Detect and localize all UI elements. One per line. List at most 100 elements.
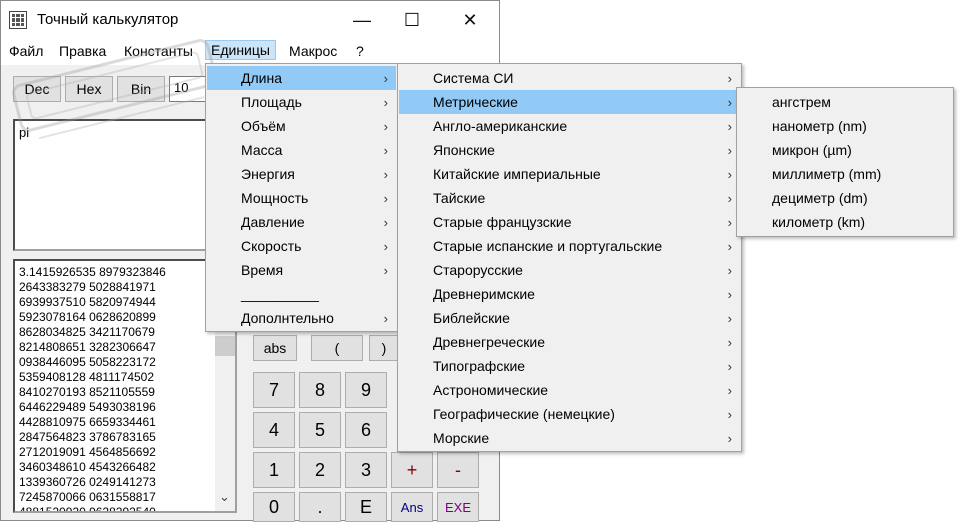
length-menu-item[interactable]: Морские › (399, 426, 740, 450)
key-exp[interactable]: E (345, 492, 387, 522)
units-menu-item-label: Время (241, 262, 284, 278)
units-menu-item[interactable]: Скорость › (207, 234, 396, 258)
key-6[interactable]: 6 (345, 412, 387, 448)
length-menu-item-label: Китайские империальные (433, 166, 601, 182)
result-line: 3.1415926535 8979323846 (19, 265, 166, 279)
scroll-down-icon[interactable]: ⌄ (219, 489, 230, 505)
length-menu-item-label: Древнегреческие (433, 334, 546, 350)
length-menu-item[interactable]: Старорусские › (399, 258, 740, 282)
length-menu-item[interactable]: Древнеримские › (399, 282, 740, 306)
result-line: 2847564823 3786783165 (19, 430, 156, 444)
submenu-arrow-icon: › (727, 214, 732, 230)
submenu-arrow-icon: › (383, 142, 388, 158)
key-2[interactable]: 2 (299, 452, 341, 488)
menu-help[interactable]: ? (356, 43, 364, 59)
key-minus[interactable]: - (437, 452, 479, 488)
abs-button[interactable]: abs (253, 335, 297, 361)
submenu-arrow-icon: › (383, 70, 388, 86)
key-9[interactable]: 9 (345, 372, 387, 408)
result-output[interactable]: 3.1415926535 8979323846 2643383279 502884… (13, 259, 237, 513)
length-menu-item[interactable]: Типографские › (399, 354, 740, 378)
length-menu-item[interactable]: Географические (немецкие) › (399, 402, 740, 426)
submenu-arrow-icon: › (727, 382, 732, 398)
submenu-arrow-icon: › (383, 214, 388, 230)
units-menu-item[interactable]: Энергия › (207, 162, 396, 186)
maximize-button[interactable]: ☐ (389, 1, 435, 39)
menu-macro[interactable]: Макрос (289, 43, 337, 59)
key-3[interactable]: 3 (345, 452, 387, 488)
length-menu-item-label: Морские (433, 430, 490, 446)
units-menu-item-label: Дополнтельно (241, 310, 334, 326)
result-line: 4428810975 6659334461 (19, 415, 156, 429)
metric-menu-item[interactable]: дециметр (dm) (738, 186, 952, 210)
units-menu-item[interactable]: Масса › (207, 138, 396, 162)
calculator-app-icon (9, 11, 27, 29)
units-menu-item[interactable]: Дополнтельно › (207, 306, 396, 330)
key-7[interactable]: 7 (253, 372, 295, 408)
units-menu-item[interactable]: Площадь › (207, 90, 396, 114)
length-menu-item[interactable]: Японские › (399, 138, 740, 162)
units-menu-item-label: __________ (241, 286, 319, 302)
units-menu-item[interactable]: Давление › (207, 210, 396, 234)
minimize-button[interactable]: — (339, 1, 385, 39)
scrollbar-thumb[interactable] (215, 336, 235, 356)
result-line: 8628034825 3421170679 (19, 325, 155, 339)
result-line: 6446229489 5493038196 (19, 400, 156, 414)
metric-menu-item[interactable]: микрон (µm) (738, 138, 952, 162)
key-1[interactable]: 1 (253, 452, 295, 488)
metric-menu-item-label: микрон (µm) (772, 142, 852, 158)
open-paren-button[interactable]: ( (311, 335, 363, 361)
metric-menu-item[interactable]: километр (km) (738, 210, 952, 234)
length-menu-item[interactable]: Древнегреческие › (399, 330, 740, 354)
result-line: 5359408128 4811174502 (19, 370, 155, 384)
units-menu-item[interactable]: Объём › (207, 114, 396, 138)
length-menu-item[interactable]: Библейские › (399, 306, 740, 330)
submenu-arrow-icon: › (727, 94, 732, 110)
submenu-arrow-icon: › (727, 262, 732, 278)
length-menu-item-label: Японские (433, 142, 495, 158)
key-4[interactable]: 4 (253, 412, 295, 448)
units-menu-item[interactable]: Длина › (207, 66, 396, 90)
result-line: 3460348610 4543266482 (19, 460, 156, 474)
metric-menu-item[interactable]: миллиметр (mm) (738, 162, 952, 186)
submenu-arrow-icon: › (727, 286, 732, 302)
key-0[interactable]: 0 (253, 492, 295, 522)
length-menu-item[interactable]: Старые французские › (399, 210, 740, 234)
key-5[interactable]: 5 (299, 412, 341, 448)
length-menu-item[interactable]: Астрономические › (399, 378, 740, 402)
length-menu-item[interactable]: Система СИ › (399, 66, 740, 90)
length-menu-item[interactable]: Китайские империальные › (399, 162, 740, 186)
units-menu-item[interactable]: __________ (207, 282, 396, 306)
length-menu-item[interactable]: Метрические › (399, 90, 740, 114)
length-menu-item[interactable]: Тайские › (399, 186, 740, 210)
key-dot[interactable]: . (299, 492, 341, 522)
result-line: 5923078164 0628620899 (19, 310, 156, 324)
length-menu-item[interactable]: Старые испанские и португальские › (399, 234, 740, 258)
close-button[interactable]: ✕ (447, 1, 493, 39)
length-menu-item-label: Древнеримские (433, 286, 535, 302)
result-line: 4881520920 9628292540 (19, 505, 156, 513)
key-8[interactable]: 8 (299, 372, 341, 408)
length-menu-item[interactable]: Англо-американские › (399, 114, 740, 138)
submenu-arrow-icon: › (383, 118, 388, 134)
submenu-arrow-icon: › (727, 142, 732, 158)
key-ans[interactable]: Ans (391, 492, 433, 522)
units-menu-item[interactable]: Время › (207, 258, 396, 282)
length-menu-item-label: Старые французские (433, 214, 572, 230)
metric-menu-item-label: миллиметр (mm) (772, 166, 882, 182)
length-menu-item-label: Метрические (433, 94, 518, 110)
units-menu-item-label: Скорость (241, 238, 302, 254)
length-menu-item-label: Англо-американские (433, 118, 568, 134)
metric-menu-item[interactable]: ангстрем (738, 90, 952, 114)
metric-menu-item-label: километр (km) (772, 214, 866, 230)
key-exe[interactable]: EXE (437, 492, 479, 522)
units-menu-item[interactable]: Мощность › (207, 186, 396, 210)
key-plus[interactable]: + (391, 452, 433, 488)
units-menu-item-label: Мощность (241, 190, 309, 206)
length-submenu: Система СИ › Метрические › Англо-американски… (397, 63, 742, 452)
close-paren-button[interactable]: ) (369, 335, 399, 361)
metric-menu-item-label: дециметр (dm) (772, 190, 868, 206)
menu-file[interactable]: Файл (9, 43, 43, 59)
metric-menu-item[interactable]: нанометр (nm) (738, 114, 952, 138)
result-line: 6939937510 5820974944 (19, 295, 156, 309)
